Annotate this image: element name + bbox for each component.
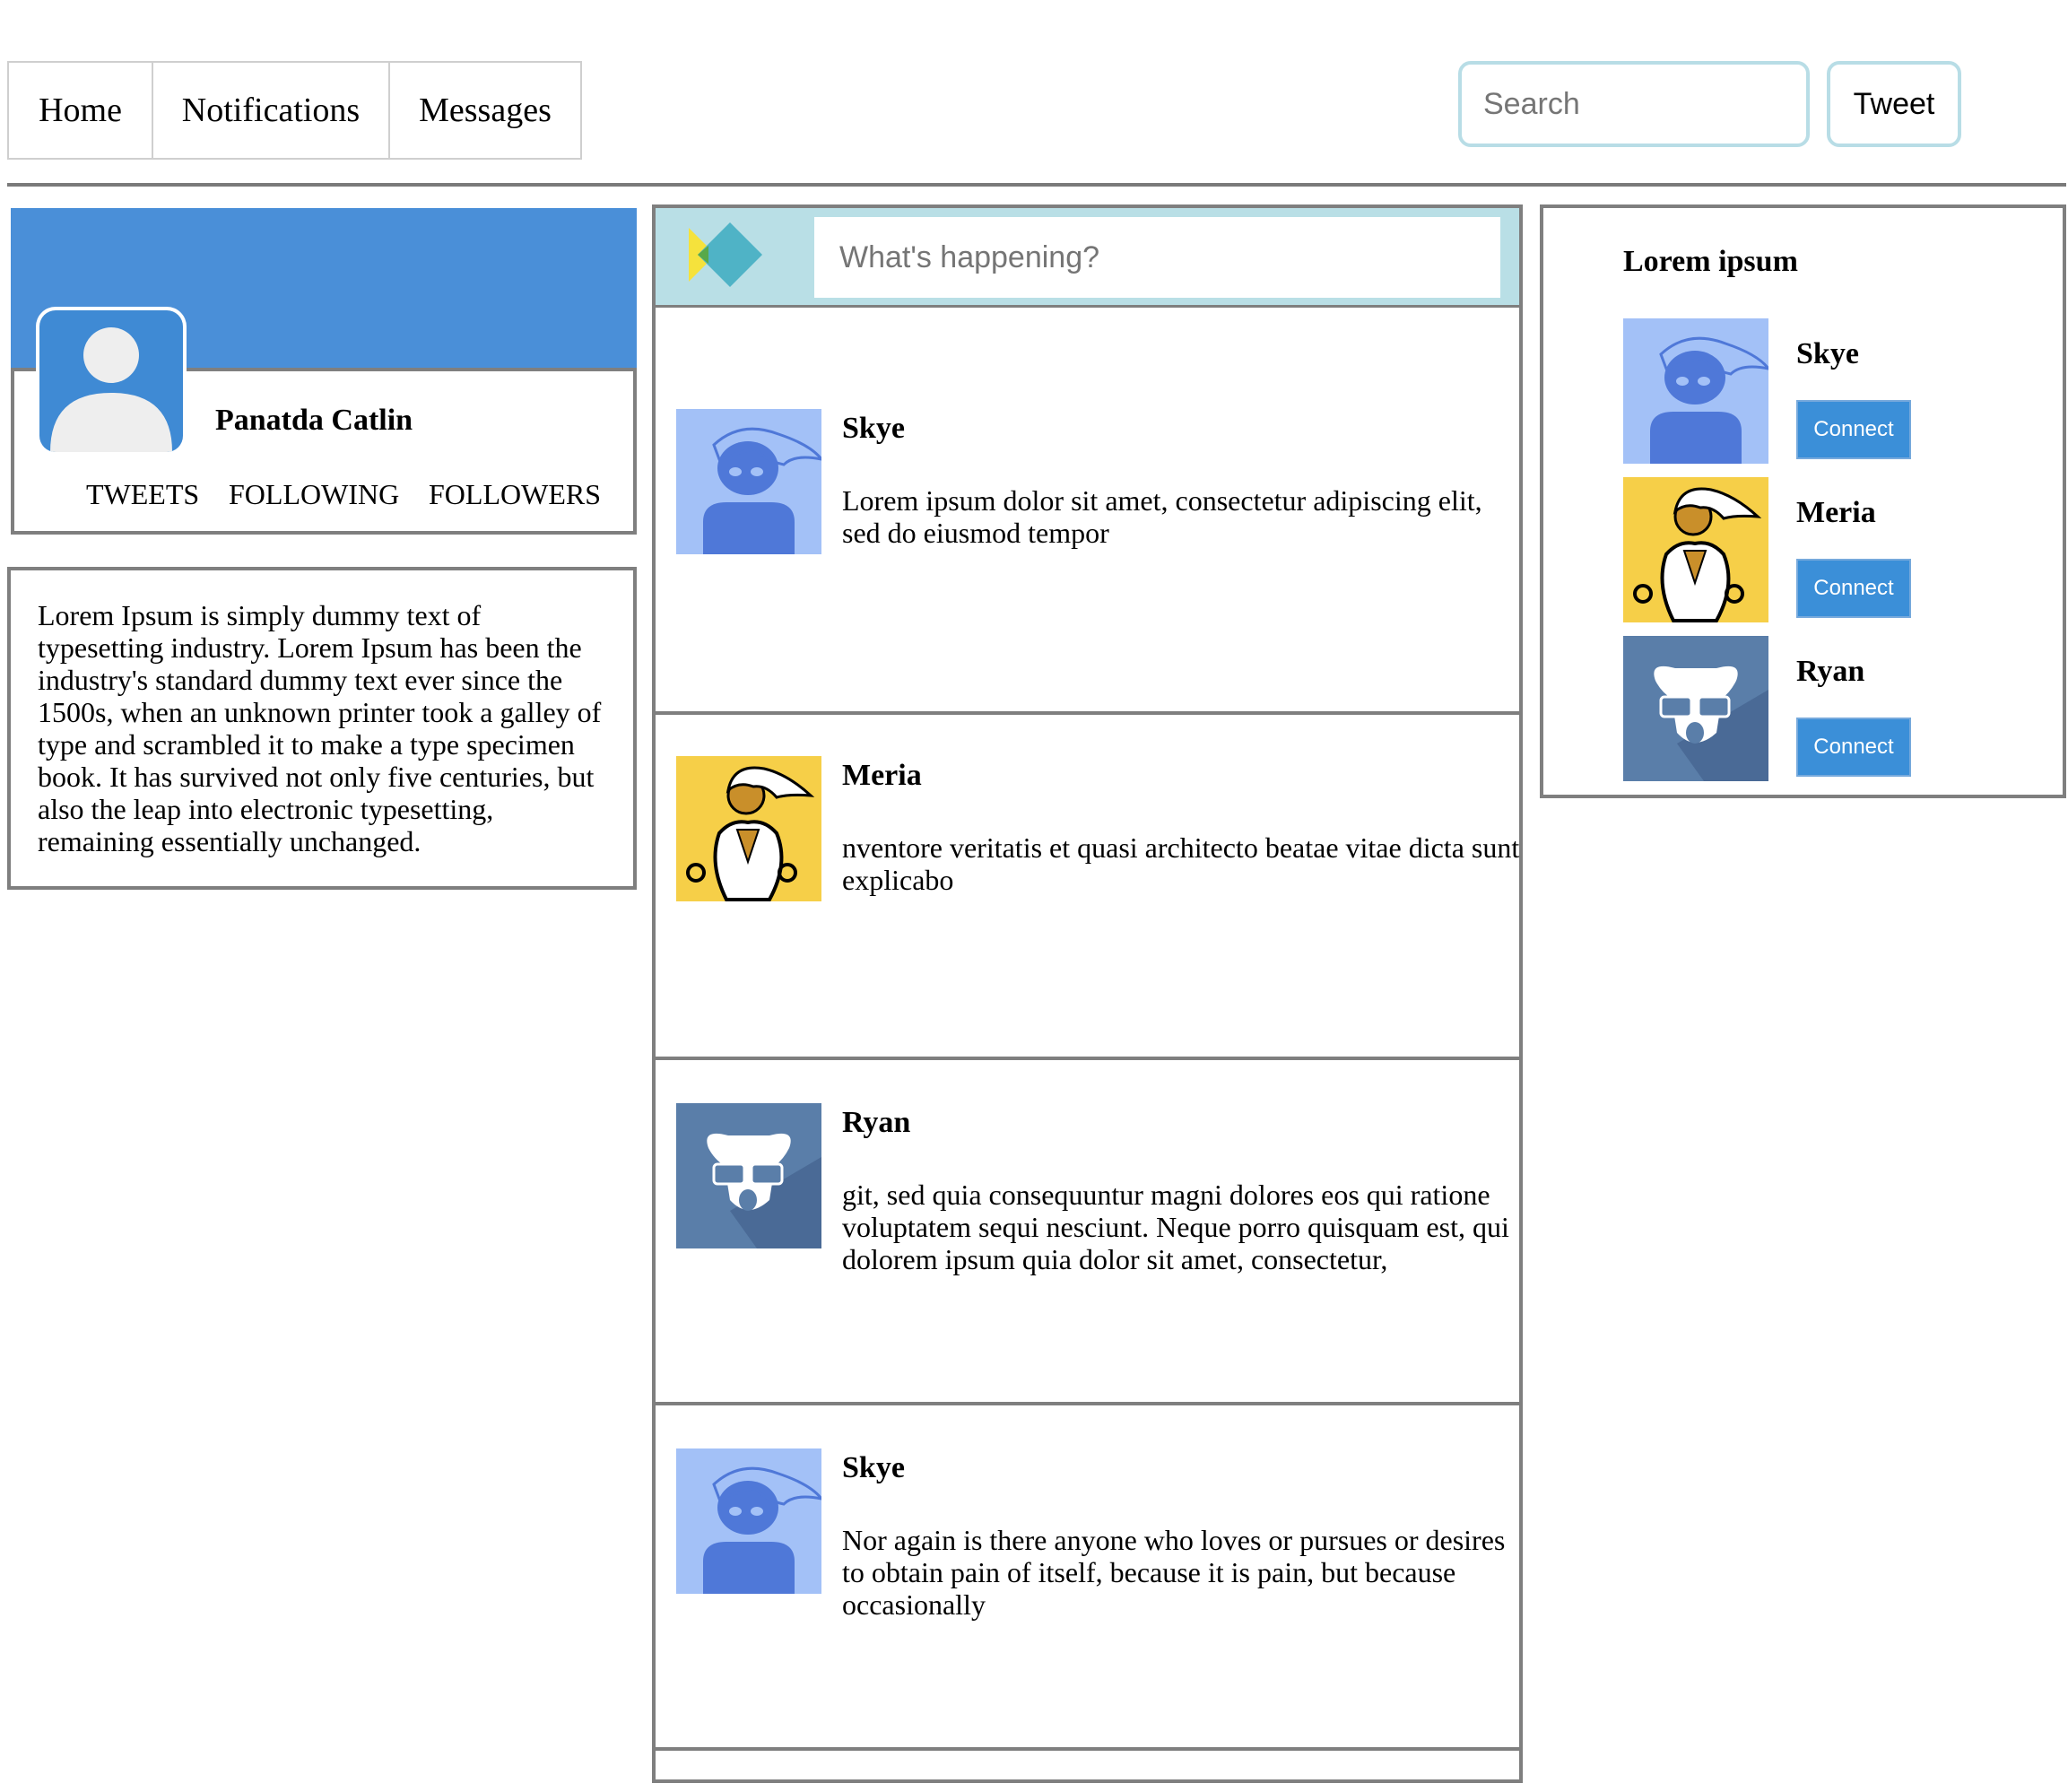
stat-tweets[interactable]: TWEETS bbox=[86, 478, 199, 511]
suggestion-name[interactable]: Skye bbox=[1796, 337, 1859, 371]
connect-button[interactable]: Connect bbox=[1796, 718, 1911, 777]
nav-tab-home[interactable]: Home bbox=[7, 61, 153, 160]
nav-tab-messages[interactable]: Messages bbox=[388, 61, 582, 160]
suggestions-title: Lorem ipsum bbox=[1623, 245, 1798, 278]
suggestion-name[interactable]: Ryan bbox=[1796, 655, 1864, 689]
connect-button[interactable]: Connect bbox=[1796, 400, 1911, 459]
profile-avatar[interactable] bbox=[36, 307, 187, 456]
meria-avatar[interactable] bbox=[1623, 477, 1768, 622]
stat-followers[interactable]: FOLLOWERS bbox=[429, 478, 601, 511]
post-author[interactable]: Ryan bbox=[842, 1106, 910, 1140]
post-text: git, sed quia consequuntur magni dolores… bbox=[842, 1179, 1509, 1275]
meria-avatar[interactable] bbox=[676, 756, 821, 901]
user-silhouette-icon bbox=[39, 310, 183, 452]
post-author[interactable]: Skye bbox=[842, 1451, 905, 1485]
ryan-avatar[interactable] bbox=[1623, 636, 1768, 781]
post-divider bbox=[656, 1057, 1519, 1060]
post-divider bbox=[656, 1747, 1519, 1751]
post-author[interactable]: Meria bbox=[842, 759, 922, 793]
skye-avatar[interactable] bbox=[1623, 318, 1768, 464]
skye-avatar[interactable] bbox=[676, 409, 821, 554]
post-text: nventore veritatis et quasi architecto b… bbox=[842, 831, 1520, 896]
stat-following[interactable]: FOLLOWING bbox=[229, 478, 399, 511]
post-text: Nor again is there anyone who loves or p… bbox=[842, 1524, 1506, 1621]
post-divider bbox=[656, 1402, 1519, 1405]
skye-avatar[interactable] bbox=[676, 1448, 821, 1594]
app-logo-icon bbox=[689, 222, 769, 287]
connect-button[interactable]: Connect bbox=[1796, 559, 1911, 618]
post-text: Lorem ipsum dolor sit amet, consectetur … bbox=[842, 484, 1482, 549]
post-divider bbox=[656, 711, 1519, 715]
header-divider bbox=[7, 183, 2066, 187]
search-input[interactable] bbox=[1458, 61, 1810, 147]
compose-divider bbox=[656, 305, 1519, 308]
profile-bio: Lorem Ipsum is simply dummy text of type… bbox=[7, 567, 637, 890]
tweet-button[interactable]: Tweet bbox=[1827, 61, 1961, 147]
post-author[interactable]: Skye bbox=[842, 412, 905, 446]
profile-name: Panatda Catlin bbox=[215, 404, 413, 437]
compose-input[interactable] bbox=[814, 217, 1500, 298]
ryan-avatar[interactable] bbox=[676, 1103, 821, 1248]
nav-tab-notifications[interactable]: Notifications bbox=[152, 61, 390, 160]
suggestion-name[interactable]: Meria bbox=[1796, 496, 1876, 530]
